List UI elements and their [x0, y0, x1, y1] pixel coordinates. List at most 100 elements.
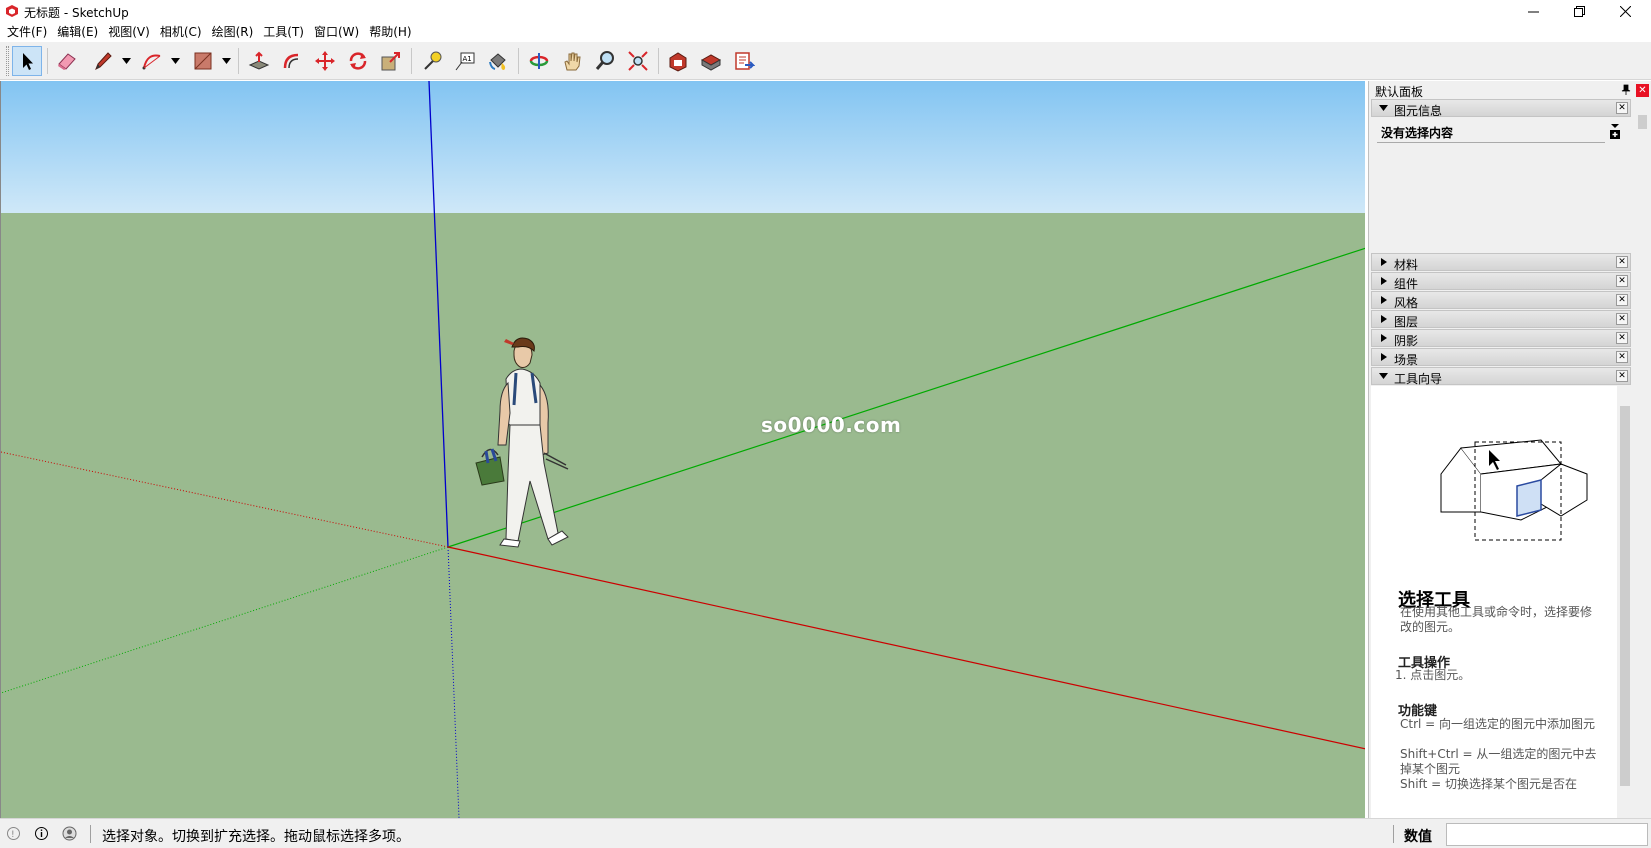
toolbar-grip[interactable] — [6, 46, 9, 76]
offset-tool-button[interactable] — [277, 46, 307, 76]
panel-close-button[interactable]: ✕ — [1616, 294, 1628, 306]
panel-materials[interactable]: 材料 ✕ — [1371, 253, 1631, 272]
status-bar: ! 选择对象。切换到扩充选择。拖动鼠标选择多项。 数值 — [0, 818, 1651, 848]
scale-icon — [381, 52, 400, 71]
pencil-tool-button[interactable] — [88, 46, 118, 76]
panel-close-button[interactable]: ✕ — [1616, 256, 1628, 268]
menu-draw[interactable]: 绘图(R) — [207, 22, 259, 42]
zoom-extents-tool-button[interactable] — [623, 46, 653, 76]
toolbar-separator — [518, 48, 519, 74]
arc-dropdown[interactable] — [168, 46, 182, 76]
panel-close-button[interactable]: ✕ — [1616, 332, 1628, 344]
measurements-input[interactable] — [1446, 823, 1648, 846]
user-account-icon[interactable] — [62, 826, 77, 841]
geo-location-icon[interactable]: ! — [6, 826, 21, 841]
rotate-tool-button[interactable] — [343, 46, 373, 76]
send-to-layout-icon — [735, 52, 755, 70]
tray-scrollbar[interactable] — [1635, 99, 1650, 818]
selection-status: 没有选择内容 — [1381, 126, 1454, 140]
panel-label: 场景 — [1394, 353, 1419, 367]
menu-edit[interactable]: 编辑(E) — [52, 22, 103, 42]
panel-layers[interactable]: 图层 ✕ — [1371, 310, 1631, 329]
default-tray: 默认面板 ✕ 图元信息 ✕ 没有选择内容 材料 ✕ 组件 ✕ 风格 ✕ 图层 ✕… — [1368, 81, 1651, 825]
paint-bucket-tool-button[interactable] — [483, 46, 513, 76]
triangle-right-icon — [1381, 353, 1387, 361]
scroll-thumb[interactable] — [1620, 406, 1630, 786]
panel-close-button[interactable]: ✕ — [1616, 370, 1628, 382]
orbit-tool-button[interactable] — [524, 46, 554, 76]
menu-camera[interactable]: 相机(C) — [155, 22, 207, 42]
push-pull-tool-button[interactable] — [244, 46, 274, 76]
pan-tool-button[interactable] — [557, 46, 587, 76]
move-tool-button[interactable] — [310, 46, 340, 76]
extension-warehouse-tool-button[interactable] — [696, 46, 726, 76]
window-title: 无标题 - SketchUp — [24, 6, 129, 20]
panel-close-button[interactable]: ✕ — [1616, 102, 1628, 114]
close-window-button[interactable] — [1602, 0, 1648, 22]
tray-title: 默认面板 — [1375, 85, 1424, 99]
select-tool-illustration — [1440, 439, 1588, 541]
modeling-viewport[interactable]: so0000.com — [0, 81, 1365, 818]
panel-shadows[interactable]: 阴影 ✕ — [1371, 329, 1631, 348]
offset-icon — [283, 53, 299, 69]
triangle-down-icon — [1379, 105, 1388, 111]
instructor-content: 选择工具 在使用其他工具或命令时，选择要修改的图元。 工具操作 1. 点击图元。… — [1371, 386, 1617, 825]
instructor-scrollbar[interactable] — [1617, 386, 1633, 825]
menu-window[interactable]: 窗口(W) — [309, 22, 364, 42]
panel-label: 图元信息 — [1394, 104, 1443, 118]
panel-components[interactable]: 组件 ✕ — [1371, 272, 1631, 291]
pin-icon[interactable] — [1620, 84, 1632, 96]
menu-tools[interactable]: 工具(T) — [258, 22, 309, 42]
zoom-tool-button[interactable] — [590, 46, 620, 76]
minimize-button[interactable] — [1510, 0, 1556, 22]
toolbar-separator — [47, 48, 48, 74]
scale-tool-button[interactable] — [376, 46, 406, 76]
key-shift-ctrl: Shift+Ctrl = 从一组选定的图元中去掉某个图元 — [1400, 747, 1597, 776]
menu-view[interactable]: 视图(V) — [103, 22, 155, 42]
panel-instructor[interactable]: 工具向导 ✕ — [1371, 367, 1631, 386]
panel-scenes[interactable]: 场景 ✕ — [1371, 348, 1631, 367]
status-separator — [90, 825, 91, 843]
pencil-dropdown[interactable] — [119, 46, 133, 76]
status-separator — [1393, 825, 1394, 843]
details-toggle-icon[interactable] — [1608, 122, 1622, 140]
credits-icon[interactable] — [34, 826, 49, 841]
move-icon — [315, 51, 335, 71]
panel-close-button[interactable]: ✕ — [1616, 351, 1628, 363]
eraser-tool-button[interactable] — [52, 46, 82, 76]
arc-tool-button[interactable] — [137, 46, 167, 76]
panel-close-button[interactable]: ✕ — [1616, 313, 1628, 325]
select-tool-button[interactable] — [12, 46, 42, 76]
menu-file[interactable]: 文件(F) — [2, 22, 52, 42]
tray-close-button[interactable]: ✕ — [1636, 84, 1649, 97]
svg-text:!: ! — [11, 830, 15, 840]
status-message: 选择对象。切换到扩充选择。拖动鼠标选择多项。 — [102, 829, 410, 845]
triangle-right-icon — [1381, 315, 1387, 323]
zoom-extents-icon — [628, 51, 648, 71]
panel-entity-info[interactable]: 图元信息 ✕ — [1371, 99, 1631, 118]
panel-close-button[interactable]: ✕ — [1616, 275, 1628, 287]
arc-icon — [142, 54, 161, 70]
scroll-thumb[interactable] — [1638, 115, 1647, 129]
send-to-layout-tool-button[interactable] — [729, 46, 759, 76]
rectangle-tool-button[interactable] — [188, 46, 218, 76]
text-tool-button[interactable]: A1 — [450, 46, 480, 76]
svg-text:A1: A1 — [463, 55, 472, 63]
close-icon — [1619, 5, 1631, 17]
key-shift: Shift = 切换选择某个图元是否在 — [1400, 777, 1577, 791]
warehouse-tool-button[interactable] — [663, 46, 693, 76]
triangle-right-icon — [1381, 258, 1387, 266]
chevron-down-icon — [221, 58, 231, 64]
restore-button[interactable] — [1556, 0, 1602, 22]
operation-step: 1. 点击图元。 — [1395, 668, 1471, 682]
eraser-icon — [58, 53, 76, 70]
panel-styles[interactable]: 风格 ✕ — [1371, 291, 1631, 310]
rotate-icon — [349, 52, 367, 70]
tool-description: 在使用其他工具或命令时，选择要修改的图元。 — [1400, 605, 1593, 634]
ground — [1, 213, 1365, 818]
menu-help[interactable]: 帮助(H) — [364, 22, 416, 42]
tape-measure-tool-button[interactable] — [417, 46, 447, 76]
restore-icon — [1573, 5, 1585, 17]
rectangle-dropdown[interactable] — [219, 46, 233, 76]
measurements-label: 数值 — [1404, 829, 1432, 845]
